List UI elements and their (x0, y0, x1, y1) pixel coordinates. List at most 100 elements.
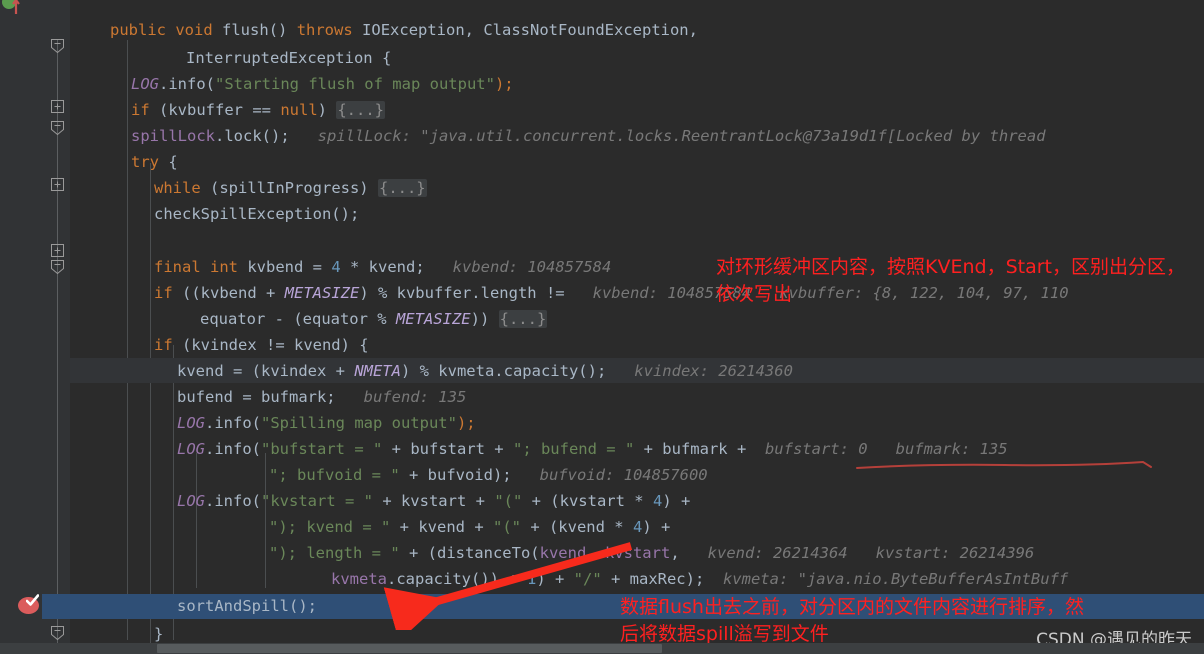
code-token: + kvend + (390, 518, 493, 536)
code-token: .info( (205, 492, 261, 510)
code-token: checkSpillException(); (154, 205, 360, 223)
code-line[interactable]: "; bufvoid = " + bufvoid); bufvoid: 1048… (269, 463, 708, 488)
inline-debug-value: bufvoid: 104857600 (511, 466, 708, 484)
code-token: METASIZE (395, 310, 471, 328)
code-line[interactable]: while (spillInProgress) {...} (154, 176, 427, 201)
editor-gutter[interactable] (0, 0, 70, 654)
inline-debug-value: kvend: 26214364 kvstart: 26214396 (679, 544, 1035, 562)
collapsed-block-placeholder[interactable]: {...} (498, 310, 548, 328)
inline-debug-value: kvindex: 26214360 (606, 362, 793, 380)
code-token: "(" (494, 492, 523, 510)
code-token: final (154, 258, 201, 276)
code-line[interactable]: kvmeta.capacity()) + 1) + "/" + maxRec);… (331, 567, 1068, 592)
gutter-annotation-strip[interactable] (0, 0, 42, 654)
code-token: + maxRec); (601, 570, 705, 588)
code-line[interactable]: sortAndSpill(); (177, 594, 317, 619)
code-token: null (280, 101, 318, 119)
code-text-area[interactable]: public void flush() throws IOException, … (0, 0, 1204, 654)
code-token: 4 (652, 492, 663, 510)
code-token: try (131, 153, 159, 171)
code-line[interactable]: bufend = bufmark; bufend: 135 (177, 385, 466, 410)
code-token: "); length = " (269, 544, 400, 562)
code-token: ) % kvbuffer.length != (359, 284, 574, 302)
code-token: kvend = (kvindex + (177, 362, 355, 380)
fold-expand-icon[interactable] (50, 177, 65, 192)
code-line[interactable]: try { (131, 150, 178, 175)
code-token: } (154, 625, 164, 643)
code-token: bufend = bufmark; (177, 388, 336, 406)
code-token: () (268, 21, 297, 39)
code-token: { (159, 153, 178, 171)
code-token: if (154, 336, 173, 354)
code-token: "Spilling map output" (261, 414, 457, 432)
code-token: InterruptedException { (186, 49, 392, 67)
code-token: throws (296, 21, 353, 39)
code-line[interactable]: LOG.info("kvstart = " + kvstart + "(" + … (177, 489, 690, 514)
code-token: (spillInProgress) (200, 179, 378, 197)
code-token: public (110, 21, 166, 39)
code-line[interactable]: LOG.info("Spilling map output"); (177, 411, 476, 436)
code-line[interactable]: "); kvend = " + kvend + "(" + (kvend * 4… (269, 515, 670, 540)
implements-method-icon[interactable] (2, 0, 22, 18)
code-line[interactable]: LOG.info("Starting flush of map output")… (131, 72, 514, 97)
code-token: METASIZE (284, 284, 360, 302)
fold-expand-icon[interactable] (50, 243, 65, 258)
code-token: ) (317, 101, 337, 119)
code-token: ); (494, 75, 514, 93)
code-token: LOG (177, 440, 205, 458)
fold-collapse-icon[interactable] (50, 625, 65, 641)
code-line[interactable]: if ((kvbend + METASIZE) % kvbuffer.lengt… (154, 281, 1069, 306)
code-token: sortAndSpill(); (177, 597, 317, 615)
inline-debug-value: kvmeta: "java.nio.ByteBufferAsIntBuff (704, 570, 1069, 588)
code-token: 4 (331, 258, 341, 276)
inline-debug-value: spillLock: "java.util.concurrent.locks.R… (289, 127, 1046, 145)
breakpoint-verified-icon[interactable] (18, 594, 40, 616)
fold-expand-icon[interactable] (50, 99, 65, 114)
code-line[interactable]: equator - (equator % METASIZE)) {...} (200, 307, 548, 332)
code-token: LOG (177, 414, 205, 432)
code-token: .lock(); (215, 127, 290, 145)
code-token: NMETA (354, 362, 401, 380)
fold-collapse-icon[interactable] (50, 120, 65, 136)
code-token: while (154, 179, 201, 197)
code-line[interactable]: kvend = (kvindex + NMETA) % kvmeta.capac… (177, 359, 793, 384)
code-token: , (670, 544, 680, 562)
collapsed-block-placeholder[interactable]: {...} (336, 101, 385, 119)
code-token: "; bufend = " (512, 440, 635, 458)
code-token: spillLock (131, 127, 215, 145)
code-token: if (154, 284, 173, 302)
code-line[interactable]: LOG.info("bufstart = " + bufstart + "; b… (177, 437, 1008, 462)
horizontal-scrollbar[interactable] (0, 643, 1204, 654)
code-line[interactable]: InterruptedException { (186, 46, 391, 71)
code-line[interactable]: final int kvbend = 4 * kvend; kvbend: 10… (154, 255, 611, 280)
selected-line-gutter-highlight (42, 594, 70, 619)
code-token: flush (222, 21, 269, 39)
code-line[interactable]: if (kvbuffer == null) {...} (131, 98, 385, 123)
code-token: "Starting flush of map output" (215, 75, 495, 93)
collapsed-block-placeholder[interactable]: {...} (377, 179, 427, 197)
code-line[interactable]: "); length = " + (distanceTo(kvend, kvst… (269, 541, 1034, 566)
code-token: "/" (573, 570, 602, 588)
code-token: ) % kvmeta.capacity(); (400, 362, 607, 380)
code-line[interactable]: public void flush() throws IOException, … (110, 18, 698, 43)
code-token: + kvstart + (372, 492, 495, 510)
code-line[interactable]: checkSpillException(); (154, 202, 359, 227)
code-token: "kvstart = " (261, 492, 373, 510)
code-token: "; bufvoid = " (269, 466, 400, 484)
code-token: .info( (159, 75, 215, 93)
inline-debug-value: kvbend: 104857584 kvbuffer: {8, 122, 104… (573, 284, 1069, 302)
code-line[interactable]: if (kvindex != kvend) { (154, 333, 369, 358)
fold-collapse-icon[interactable] (50, 259, 65, 275)
horizontal-scrollbar-thumb[interactable] (156, 644, 663, 653)
code-token: .info( (205, 440, 261, 458)
fold-collapse-icon[interactable] (50, 38, 65, 54)
code-editor-window: public void flush() throws IOException, … (0, 0, 1204, 654)
code-token: + bufstart + (382, 440, 513, 458)
code-token: void (175, 21, 213, 39)
code-line[interactable]: spillLock.lock(); spillLock: "java.util.… (131, 124, 1046, 149)
code-token: .capacity()) + (387, 570, 527, 588)
